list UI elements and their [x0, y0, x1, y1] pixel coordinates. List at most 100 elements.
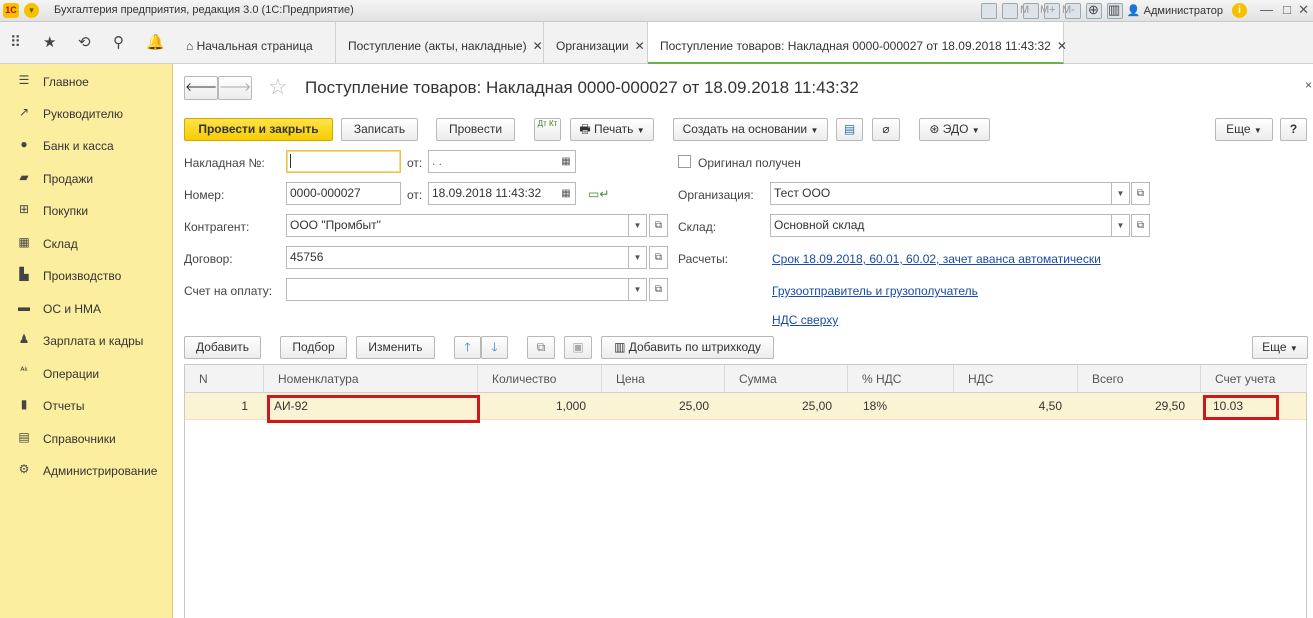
- invoice-number-input[interactable]: [286, 150, 401, 173]
- close-tab-icon[interactable]: ✕: [1057, 39, 1067, 53]
- date-input[interactable]: 18.09.2018 11:43:32: [428, 182, 558, 205]
- sidebar-item-bank[interactable]: ● Банк и касса: [0, 133, 172, 159]
- table-more-button[interactable]: Еще ▼: [1252, 336, 1308, 359]
- edit-button[interactable]: Изменить: [356, 336, 435, 359]
- close-tab-icon[interactable]: ✕: [635, 39, 645, 53]
- organization-input[interactable]: Тест ООО: [770, 182, 1112, 205]
- forward-button[interactable]: 🡒: [218, 76, 252, 100]
- move-up-button[interactable]: 🡑: [454, 336, 481, 359]
- calendar-icon[interactable]: ▦: [557, 182, 576, 205]
- create-based-on-button[interactable]: Создать на основании ▼: [673, 118, 828, 141]
- post-button[interactable]: Провести: [436, 118, 515, 141]
- print-icon[interactable]: [1002, 3, 1018, 19]
- open-icon[interactable]: ⧉: [1131, 182, 1150, 205]
- attach-button[interactable]: ⌀: [872, 118, 900, 141]
- cell-amount[interactable]: 25,00: [725, 393, 848, 419]
- save-icon[interactable]: [981, 3, 997, 19]
- search-icon[interactable]: ⚲: [113, 33, 124, 51]
- column-header-amount[interactable]: Сумма: [725, 365, 848, 393]
- chevron-down-icon[interactable]: ▼: [1112, 214, 1130, 237]
- back-button[interactable]: 🡐: [184, 76, 218, 100]
- favorite-star-icon[interactable]: ☆: [268, 74, 288, 100]
- column-header-vat-rate[interactable]: % НДС: [848, 365, 954, 393]
- notifications-bell-icon[interactable]: 🔔: [146, 33, 165, 51]
- chevron-down-icon[interactable]: ▼: [629, 278, 647, 301]
- edo-button[interactable]: ⊛ ЭДО ▼: [919, 118, 990, 141]
- contract-input[interactable]: 45756: [286, 246, 629, 269]
- cell-vat-rate[interactable]: 18%: [848, 393, 954, 419]
- favorites-star-icon[interactable]: ★: [43, 33, 56, 51]
- save-button[interactable]: Записать: [341, 118, 418, 141]
- payment-invoice-input[interactable]: [286, 278, 629, 301]
- column-header-n[interactable]: N: [185, 365, 264, 393]
- open-icon[interactable]: ⧉: [649, 246, 668, 269]
- apps-grid-icon[interactable]: ⠿: [10, 33, 21, 51]
- structure-button[interactable]: ▤: [836, 118, 863, 141]
- open-icon[interactable]: ⧉: [649, 214, 668, 237]
- sidebar-item-catalogs[interactable]: ▤ Справочники: [0, 426, 172, 452]
- panels-icon[interactable]: ▥: [1108, 2, 1120, 18]
- sidebar-item-sales[interactable]: ▰ Продажи: [0, 166, 172, 192]
- tab-home[interactable]: ⌂ Начальная страница: [174, 22, 336, 64]
- paste-button[interactable]: ▣: [564, 336, 592, 359]
- sidebar-item-fixed-assets[interactable]: ▬ ОС и НМА: [0, 296, 172, 322]
- sidebar-item-management[interactable]: ↗ Руководителю: [0, 101, 172, 127]
- sidebar-item-main[interactable]: ☰ Главное: [0, 69, 172, 95]
- column-header-vat[interactable]: НДС: [954, 365, 1078, 393]
- close-form-icon[interactable]: ×: [1305, 78, 1312, 92]
- original-received-checkbox[interactable]: [678, 155, 691, 168]
- cell-total[interactable]: 29,50: [1078, 393, 1201, 419]
- tab-organizations[interactable]: Организации ✕: [544, 22, 648, 64]
- dt-kt-button[interactable]: Дт Кт: [534, 118, 561, 141]
- column-header-price[interactable]: Цена: [602, 365, 725, 393]
- invoice-date-input[interactable]: . .: [428, 150, 558, 173]
- column-header-nomenclature[interactable]: Номенклатура: [264, 365, 478, 393]
- current-user[interactable]: 👤 Администратор: [1127, 4, 1223, 17]
- memory-minus-button[interactable]: M-: [1062, 4, 1075, 16]
- post-and-close-button[interactable]: Провести и закрыть: [184, 118, 333, 141]
- open-icon[interactable]: ⧉: [1131, 214, 1150, 237]
- maximize-icon[interactable]: □: [1283, 2, 1291, 17]
- open-icon[interactable]: ⧉: [649, 278, 668, 301]
- tab-receipts-list[interactable]: Поступление (акты, накладные) ✕: [336, 22, 544, 64]
- settlements-link[interactable]: Срок 18.09.2018, 60.01, 60.02, зачет ава…: [772, 252, 1101, 266]
- info-icon[interactable]: i: [1232, 3, 1247, 18]
- main-menu-icon[interactable]: ▾: [24, 3, 39, 18]
- number-input[interactable]: 0000-000027: [286, 182, 401, 205]
- add-row-button[interactable]: Добавить: [184, 336, 261, 359]
- history-icon[interactable]: ⟲: [78, 33, 91, 51]
- copy-row-button[interactable]: ⧉: [527, 336, 555, 359]
- sidebar-item-purchases[interactable]: ⊞ Покупки: [0, 198, 172, 224]
- minimize-icon[interactable]: —: [1260, 2, 1273, 17]
- calendar-icon[interactable]: ▦: [557, 150, 576, 173]
- sidebar-item-production[interactable]: ▙ Производство: [0, 263, 172, 289]
- cell-vat[interactable]: 4,50: [954, 393, 1078, 419]
- chevron-down-icon[interactable]: ▼: [1112, 182, 1130, 205]
- column-header-total[interactable]: Всего: [1078, 365, 1201, 393]
- print-button[interactable]: 🖶 Печать ▼: [570, 118, 654, 141]
- sidebar-item-operations[interactable]: ᴬᵏ Операции: [0, 361, 172, 387]
- change-number-icon[interactable]: ▭↵: [588, 187, 609, 201]
- chevron-down-icon[interactable]: ▼: [629, 214, 647, 237]
- close-tab-icon[interactable]: ✕: [533, 39, 543, 53]
- close-window-icon[interactable]: ✕: [1298, 2, 1309, 18]
- tab-receipt-document[interactable]: Поступление товаров: Накладная 0000-0000…: [648, 22, 1067, 64]
- more-actions-button[interactable]: Еще ▼: [1215, 118, 1273, 141]
- sidebar-item-reports[interactable]: ▮ Отчеты: [0, 393, 172, 419]
- counterparty-input[interactable]: ООО "Промбыт": [286, 214, 629, 237]
- add-by-barcode-button[interactable]: ▥ Добавить по штрихкоду: [601, 336, 774, 359]
- column-header-quantity[interactable]: Количество: [478, 365, 602, 393]
- sidebar-item-warehouse[interactable]: ▦ Склад: [0, 231, 172, 257]
- zoom-icon[interactable]: ⊕: [1088, 2, 1099, 18]
- warehouse-input[interactable]: Основной склад: [770, 214, 1112, 237]
- chevron-down-icon[interactable]: ▼: [629, 246, 647, 269]
- sidebar-item-payroll[interactable]: ♟ Зарплата и кадры: [0, 328, 172, 354]
- move-down-button[interactable]: 🡓: [481, 336, 508, 359]
- column-header-account[interactable]: Счет учета: [1201, 365, 1307, 393]
- cell-quantity[interactable]: 1,000: [478, 393, 602, 419]
- cell-price[interactable]: 25,00: [602, 393, 725, 419]
- vat-on-top-link[interactable]: НДС сверху: [772, 313, 838, 327]
- memory-plus-button[interactable]: M+: [1040, 4, 1056, 16]
- shipper-consignee-link[interactable]: Грузоотправитель и грузополучатель: [772, 284, 978, 298]
- pick-button[interactable]: Подбор: [280, 336, 347, 359]
